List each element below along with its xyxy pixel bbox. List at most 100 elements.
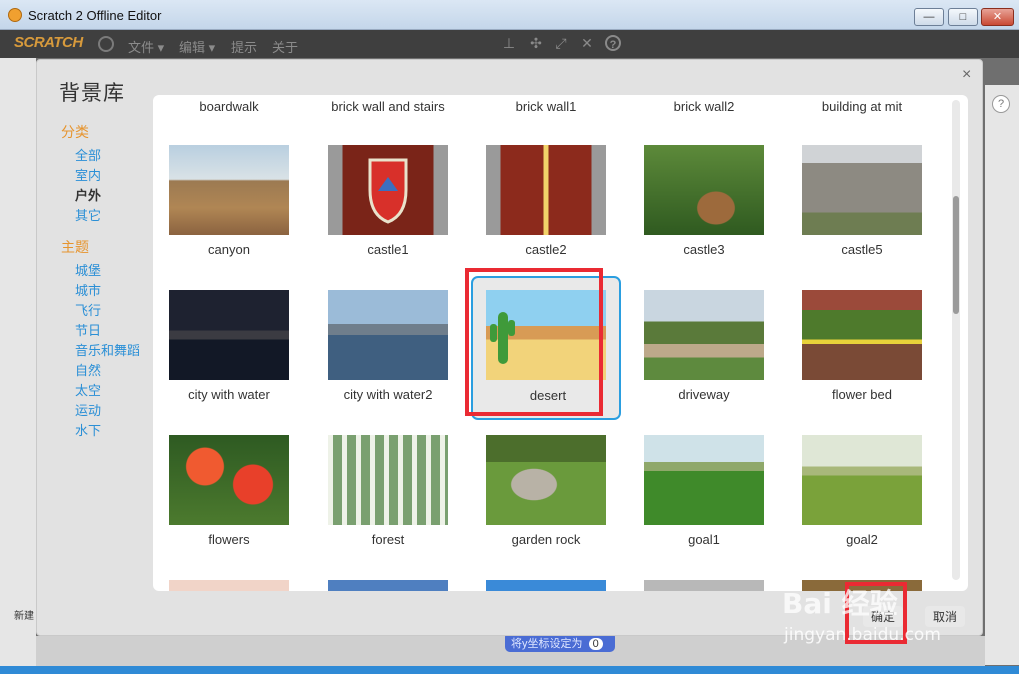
backdrop-name: canyon: [208, 242, 250, 257]
dialog-title: 背景库: [59, 82, 125, 105]
backdrop-tile-flowers[interactable]: flowers: [154, 435, 304, 575]
garden-rock-thumbnail: [486, 435, 606, 525]
menu-edit[interactable]: 编辑 ▾: [179, 37, 215, 56]
castle2-thumbnail: [486, 145, 606, 235]
backdrop-label-brick-wall2[interactable]: brick wall2: [629, 99, 779, 114]
backdrop-tile-desert[interactable]: desert: [471, 276, 621, 420]
theme-music-dance[interactable]: 音乐和舞蹈: [75, 340, 140, 359]
scratch-logo[interactable]: SCRATCH: [14, 34, 83, 51]
backdrop-tile-flower-bed[interactable]: flower bed: [787, 290, 937, 430]
backdrop-name: city with water: [188, 387, 270, 402]
menu-tips[interactable]: 提示: [231, 37, 257, 56]
scripts-panel-edge: [985, 85, 1019, 665]
backdrop-tile-peek[interactable]: [169, 580, 289, 591]
set-y-value[interactable]: 0: [588, 638, 603, 650]
backdrop-name: goal1: [688, 532, 720, 547]
backdrop-tile-peek[interactable]: [644, 580, 764, 591]
stamp-icon[interactable]: ⊥: [501, 35, 517, 51]
backdrop-name: goal2: [846, 532, 878, 547]
minimize-button[interactable]: —: [914, 8, 944, 26]
cancel-button[interactable]: 取消: [925, 606, 966, 627]
cactus-icon: [490, 312, 515, 364]
castle1-thumbnail: [328, 145, 448, 235]
theme-underwater[interactable]: 水下: [75, 420, 101, 439]
backdrop-label-building-at-mit[interactable]: building at mit: [787, 99, 937, 114]
backdrop-tile-goal2[interactable]: goal2: [787, 435, 937, 575]
backdrop-tile-castle3[interactable]: castle3: [629, 145, 779, 285]
city-with-water-thumbnail: [169, 290, 289, 380]
backdrop-name: flowers: [208, 532, 250, 547]
menu-file[interactable]: 文件 ▾: [128, 37, 164, 56]
backdrop-label-boardwalk[interactable]: boardwalk: [154, 99, 304, 114]
backdrop-tile-city-with-water[interactable]: city with water: [154, 290, 304, 430]
driveway-thumbnail: [644, 290, 764, 380]
close-window-button[interactable]: ✕: [981, 8, 1014, 26]
backdrop-label-brick-wall1[interactable]: brick wall1: [471, 99, 621, 114]
maximize-button[interactable]: □: [948, 8, 978, 26]
backdrop-library-dialog: 背景库 × 分类 全部 室内 户外 其它 主题 城堡 城市 飞行 节日 音乐和舞…: [36, 59, 983, 636]
forest-thumbnail: [328, 435, 448, 525]
desert-thumbnail: [486, 290, 606, 380]
grid-scrollbar-thumb[interactable]: [953, 196, 959, 314]
backdrop-name: castle3: [683, 242, 725, 257]
backdrop-tile-peek[interactable]: [486, 580, 606, 591]
backdrop-tile-driveway[interactable]: driveway: [629, 290, 779, 430]
shrink-icon[interactable]: ✕: [579, 35, 595, 51]
theme-nature[interactable]: 自然: [75, 360, 101, 379]
theme-flying[interactable]: 飞行: [75, 300, 101, 319]
canyon-thumbnail: [169, 145, 289, 235]
theme-space[interactable]: 太空: [75, 380, 101, 399]
backdrop-name: castle5: [841, 242, 883, 257]
new-backdrop-label: 新建: [14, 611, 34, 622]
backdrop-name: castle1: [367, 242, 409, 257]
window-title-bar: Scratch 2 Offline Editor — □ ✕: [0, 0, 1019, 30]
menu-about[interactable]: 关于: [272, 37, 298, 56]
category-outdoors[interactable]: 户外: [75, 185, 101, 204]
castle5-thumbnail: [802, 145, 922, 235]
backdrop-label-brick-wall-and-stairs[interactable]: brick wall and stairs: [313, 99, 463, 114]
backdrop-tile-castle2[interactable]: castle2: [471, 145, 621, 285]
category-indoors[interactable]: 室内: [75, 165, 101, 184]
flower-bed-thumbnail: [802, 290, 922, 380]
backdrop-name: forest: [371, 532, 405, 547]
flowers-thumbnail: [169, 435, 289, 525]
castle3-thumbnail: [644, 145, 764, 235]
close-icon[interactable]: ×: [962, 66, 971, 84]
ok-button[interactable]: 确定: [863, 606, 904, 627]
goal2-thumbnail: [802, 435, 922, 525]
backdrop-tile-peek[interactable]: [802, 580, 922, 591]
backdrop-tile-goal1[interactable]: goal1: [629, 435, 779, 575]
theme-header: 主题: [61, 239, 89, 255]
expand-icon[interactable]: ⤢: [553, 35, 569, 51]
backdrop-name: flower bed: [832, 387, 892, 402]
theme-city[interactable]: 城市: [75, 280, 101, 299]
theme-castle[interactable]: 城堡: [75, 260, 101, 279]
shield-icon: [368, 158, 408, 224]
globe-icon[interactable]: [98, 36, 114, 52]
backdrop-name: garden rock: [511, 532, 581, 547]
backdrop-tile-city-with-water2[interactable]: city with water2: [313, 290, 463, 430]
backdrop-tile-forest[interactable]: forest: [313, 435, 463, 575]
theme-holiday[interactable]: 节日: [75, 320, 101, 339]
scratch-cat-icon: [8, 8, 22, 22]
backdrop-tile-canyon[interactable]: canyon: [154, 145, 304, 285]
category-header: 分类: [61, 124, 89, 140]
menubar: SCRATCH 文件 ▾ 编辑 ▾ 提示 关于 ⊥ ✣ ⤢ ✕ ?: [0, 30, 1019, 58]
category-all[interactable]: 全部: [75, 145, 101, 164]
backdrop-tile-castle5[interactable]: castle5: [787, 145, 937, 285]
category-other[interactable]: 其它: [75, 205, 101, 224]
backdrop-grid[interactable]: boardwalk brick wall and stairs brick wa…: [153, 95, 968, 591]
backdrop-name: desert: [529, 388, 567, 403]
backdrop-tile-castle1[interactable]: castle1: [313, 145, 463, 285]
backdrop-tile-peek[interactable]: [328, 580, 448, 591]
backdrop-name: city with water2: [343, 387, 433, 402]
goal1-thumbnail: [644, 435, 764, 525]
help-question-icon[interactable]: ?: [992, 95, 1010, 113]
help-icon[interactable]: ?: [605, 35, 621, 51]
backdrop-tile-garden-rock[interactable]: garden rock: [471, 435, 621, 575]
city-with-water2-thumbnail: [328, 290, 448, 380]
theme-sports[interactable]: 运动: [75, 400, 101, 419]
grid-scrollbar-track[interactable]: [952, 100, 960, 580]
backdrop-name: castle2: [525, 242, 567, 257]
grow-icon[interactable]: ✣: [528, 35, 544, 51]
